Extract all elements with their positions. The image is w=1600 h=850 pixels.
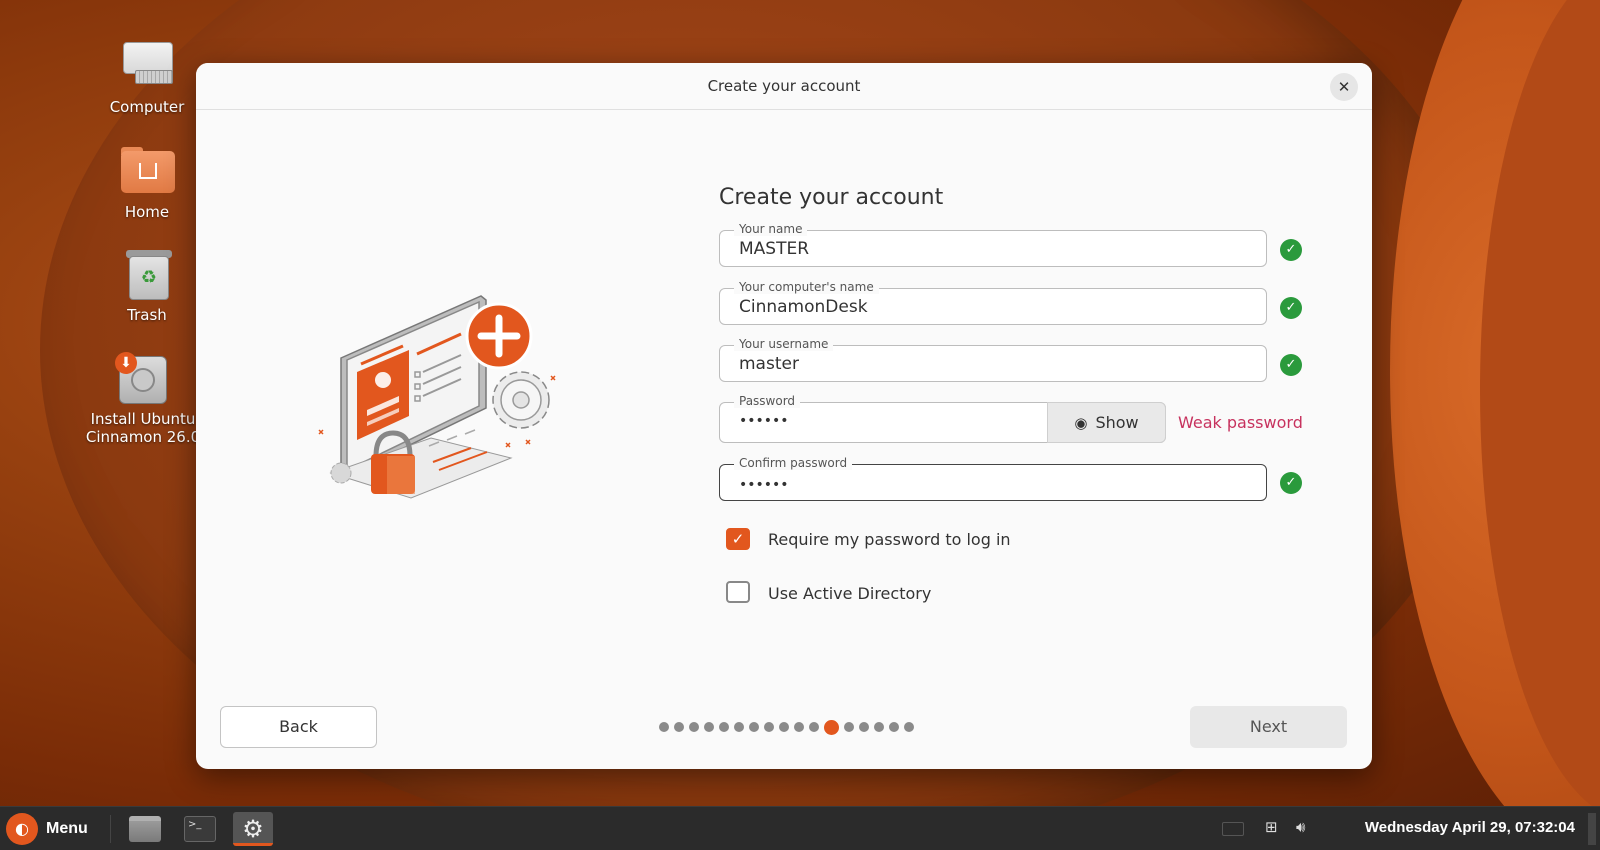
- next-button[interactable]: Next: [1190, 706, 1347, 748]
- active-directory-checkbox[interactable]: [726, 581, 750, 603]
- require-password-label: Require my password to log in: [768, 530, 1011, 549]
- show-password-label: Show: [1095, 413, 1139, 432]
- username-field[interactable]: Your username master: [719, 337, 1267, 382]
- computer-name-field[interactable]: Your computer's name CinnamonDesk: [719, 280, 1267, 325]
- your-name-label: Your name: [734, 222, 808, 236]
- terminal-icon: >_: [184, 816, 216, 842]
- eye-icon: ◉: [1074, 414, 1088, 432]
- step-dot: [704, 722, 714, 732]
- computer-name-valid-icon: ✓: [1280, 297, 1302, 319]
- step-dot: [889, 722, 899, 732]
- desktop-icon-label: Trash: [127, 306, 167, 324]
- step-dot: [779, 722, 789, 732]
- your-name-value: MASTER: [739, 239, 810, 259]
- step-dot: [764, 722, 774, 732]
- desktop-icon-label: Install Ubuntu: [90, 410, 196, 428]
- your-name-field[interactable]: Your name MASTER: [719, 222, 1267, 267]
- step-dot: [904, 722, 914, 732]
- desktop-icon-label: Home: [124, 203, 170, 221]
- password-label: Password: [734, 394, 801, 408]
- menu-label: Menu: [46, 820, 88, 837]
- settings-icon: ⚙: [242, 815, 264, 843]
- taskbar-settings[interactable]: ⚙: [233, 812, 273, 846]
- confirm-password-field[interactable]: Confirm password ••••••: [719, 456, 1267, 501]
- desktop-icon-label: Computer: [109, 98, 185, 116]
- step-dot: [809, 722, 819, 732]
- computer-name-label: Your computer's name: [734, 280, 879, 294]
- dialog-title: Create your account: [707, 77, 861, 95]
- computer-icon: [117, 40, 177, 92]
- show-desktop-button[interactable]: [1588, 813, 1596, 845]
- desktop-icon-computer[interactable]: Computer: [87, 40, 207, 116]
- desktop-icon-install[interactable]: ⬇ Install Ubuntu Cinnamon 26.0: [78, 352, 208, 446]
- confirm-password-value: ••••••: [739, 477, 789, 493]
- step-dot: [719, 722, 729, 732]
- clock[interactable]: Wednesday April 29, 07:32:04: [1365, 819, 1575, 836]
- step-dot: [749, 722, 759, 732]
- require-password-checkbox[interactable]: ✓: [726, 528, 750, 550]
- close-icon: ✕: [1337, 78, 1351, 96]
- keyboard-icon[interactable]: [1222, 822, 1244, 836]
- step-dot: [689, 722, 699, 732]
- installer-disk-icon: ⬇: [113, 352, 173, 404]
- files-icon: [129, 816, 161, 842]
- trash-icon: ♻: [117, 248, 177, 300]
- step-dot: [794, 722, 804, 732]
- back-button[interactable]: Back: [220, 706, 377, 748]
- step-dot: [859, 722, 869, 732]
- confirm-valid-icon: ✓: [1280, 472, 1302, 494]
- account-illustration: [318, 295, 556, 499]
- desktop-icon-home[interactable]: Home: [87, 145, 207, 221]
- step-dot: [674, 722, 684, 732]
- taskbar-terminal[interactable]: >_: [180, 812, 220, 846]
- step-dot: [734, 722, 744, 732]
- confirm-password-label: Confirm password: [734, 456, 853, 470]
- username-label: Your username: [734, 337, 834, 351]
- password-value: ••••••: [739, 413, 789, 429]
- step-dot: [874, 722, 884, 732]
- close-button[interactable]: ✕: [1330, 73, 1358, 101]
- show-password-button[interactable]: ◉ Show: [1047, 402, 1166, 443]
- computer-name-value: CinnamonDesk: [739, 297, 868, 317]
- dialog-titlebar: Create your account ✕: [196, 63, 1372, 110]
- cinnamon-logo-icon: ◐: [6, 813, 38, 845]
- username-value: master: [739, 354, 799, 374]
- installer-dialog: Create your account ✕ Create your accoun…: [196, 63, 1372, 769]
- password-strength: Weak password: [1178, 413, 1303, 432]
- desktop-icon-trash[interactable]: ♻ Trash: [87, 248, 207, 324]
- menu-button[interactable]: ◐ Menu: [6, 813, 88, 845]
- home-folder-icon: [117, 145, 177, 197]
- active-directory-label: Use Active Directory: [768, 584, 932, 603]
- step-dot: [844, 722, 854, 732]
- bottom-panel: ◐ Menu >_ ⚙ ⊞ 🔊︎ Wednesday April 29, 07:…: [0, 806, 1600, 850]
- taskbar-files[interactable]: [125, 812, 165, 846]
- step-indicator: [659, 719, 914, 735]
- username-valid-icon: ✓: [1280, 354, 1302, 376]
- volume-icon[interactable]: 🔊︎: [1296, 818, 1305, 840]
- form-heading: Create your account: [719, 185, 944, 210]
- network-icon[interactable]: ⊞: [1265, 818, 1278, 840]
- desktop-icon-label: Cinnamon 26.0: [85, 428, 201, 446]
- name-valid-icon: ✓: [1280, 239, 1302, 261]
- step-dot-current: [824, 719, 839, 735]
- step-dot: [659, 722, 669, 732]
